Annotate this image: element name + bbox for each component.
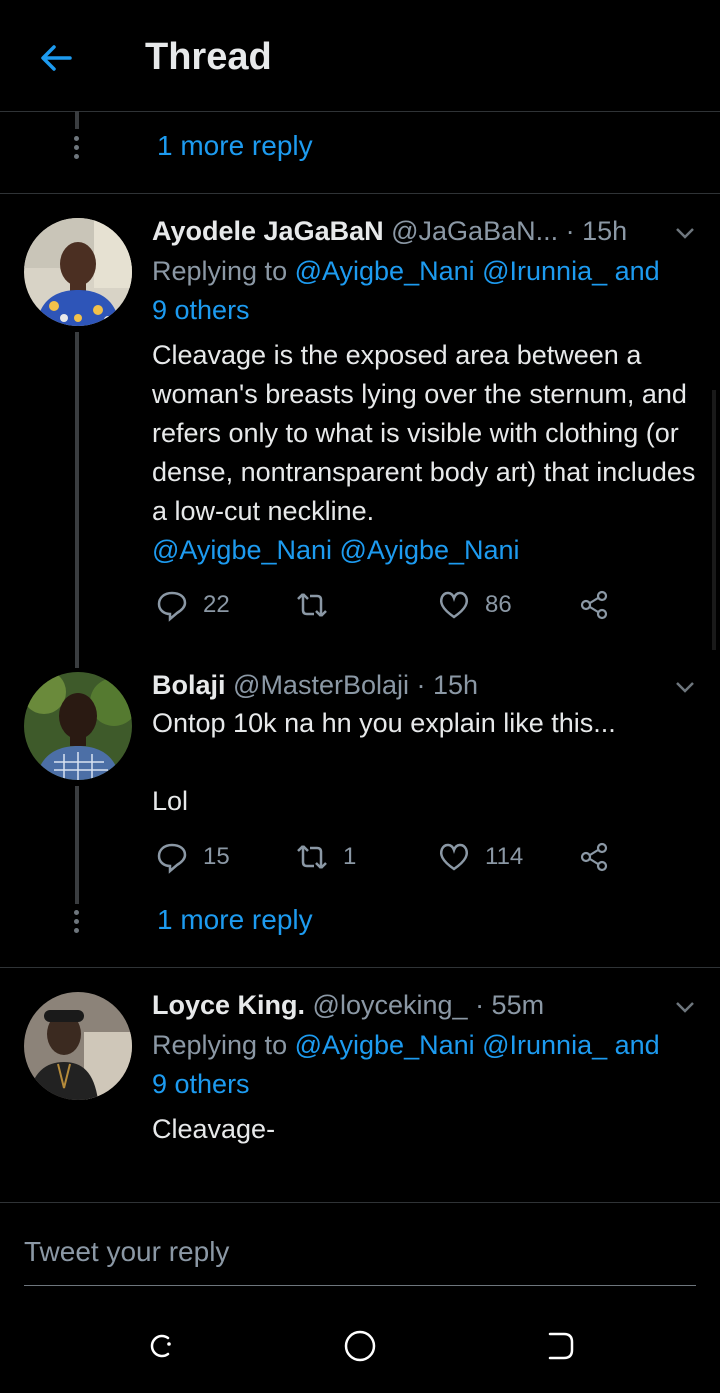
tweet-header: Loyce King. @loyceking_ · 55m bbox=[152, 990, 544, 1021]
user-handle[interactable]: @MasterBolaji bbox=[233, 670, 409, 700]
tweet-header: Ayodele JaGaBaN @JaGaBaN... · 15h bbox=[152, 216, 627, 247]
system-nav-bar bbox=[0, 1300, 720, 1392]
home-icon[interactable] bbox=[338, 1324, 382, 1368]
mention-links[interactable]: @Ayigbe_Nani @Irunnia_ and bbox=[295, 1030, 660, 1060]
timestamp: · 55m bbox=[475, 990, 545, 1020]
chevron-down-icon[interactable] bbox=[672, 220, 698, 246]
reply-button[interactable]: 22 bbox=[155, 588, 230, 622]
like-button[interactable]: 114 bbox=[437, 840, 523, 874]
avatar[interactable] bbox=[24, 218, 132, 326]
timestamp: · 15h bbox=[565, 216, 628, 246]
chevron-down-icon[interactable] bbox=[672, 994, 698, 1020]
page-title: Thread bbox=[145, 36, 272, 78]
mention-links[interactable]: @Ayigbe_Nani @Ayigbe_Nani bbox=[152, 535, 520, 565]
back-icon[interactable] bbox=[538, 1324, 582, 1368]
display-name[interactable]: Ayodele JaGaBaN bbox=[152, 216, 384, 246]
divider bbox=[0, 193, 720, 194]
more-replies-link[interactable]: 1 more reply bbox=[157, 130, 313, 162]
more-replies-link[interactable]: 1 more reply bbox=[157, 904, 313, 936]
retweet-icon bbox=[297, 845, 327, 869]
heart-icon bbox=[439, 843, 469, 871]
mention-links[interactable]: @Ayigbe_Nani @Irunnia_ and bbox=[295, 256, 660, 286]
thread-line bbox=[75, 786, 79, 904]
display-name[interactable]: Bolaji bbox=[152, 670, 226, 700]
tweet-text: Ontop 10k na hn you explain like this...… bbox=[152, 708, 616, 816]
reply-button[interactable]: 15 bbox=[155, 840, 230, 874]
tweet-header: Bolaji @MasterBolaji · 15h bbox=[152, 670, 478, 701]
thread-dots bbox=[74, 136, 80, 163]
thread-line bbox=[75, 332, 79, 668]
share-button[interactable] bbox=[577, 840, 625, 874]
others-link[interactable]: 9 others bbox=[152, 295, 250, 325]
user-handle[interactable]: @loyceking_ bbox=[313, 990, 468, 1020]
back-arrow-icon[interactable] bbox=[36, 38, 76, 78]
tweet-text: Cleavage is the exposed area between a w… bbox=[152, 340, 696, 565]
replying-to: Replying to @Ayigbe_Nani @Irunnia_ and 9… bbox=[152, 1030, 660, 1099]
avatar[interactable] bbox=[24, 992, 132, 1100]
divider bbox=[0, 967, 720, 968]
display-name[interactable]: Loyce King. bbox=[152, 990, 305, 1020]
user-handle[interactable]: @JaGaBaN... bbox=[391, 216, 558, 246]
scroll-indicator bbox=[712, 390, 716, 650]
avatar[interactable] bbox=[24, 672, 132, 780]
tweet-actions: 22 86 bbox=[155, 588, 625, 628]
chevron-down-icon[interactable] bbox=[672, 674, 698, 700]
others-link[interactable]: 9 others bbox=[152, 1069, 250, 1099]
tweet-text: Cleavage- bbox=[152, 1114, 276, 1144]
thread-line bbox=[75, 111, 79, 129]
reply-icon bbox=[157, 591, 187, 622]
timestamp: · 15h bbox=[416, 670, 479, 700]
reply-icon bbox=[157, 843, 187, 874]
tweet-actions: 15 1 114 bbox=[155, 840, 625, 880]
like-button[interactable]: 86 bbox=[437, 588, 512, 622]
heart-icon bbox=[439, 591, 469, 619]
retweet-button[interactable] bbox=[295, 588, 343, 622]
replying-to: Replying to @Ayigbe_Nani @Irunnia_ and 9… bbox=[152, 256, 660, 325]
share-button[interactable] bbox=[577, 588, 625, 622]
thread-dots bbox=[74, 910, 80, 937]
share-icon bbox=[580, 590, 608, 620]
share-icon bbox=[580, 842, 608, 872]
recent-apps-icon[interactable] bbox=[138, 1324, 182, 1368]
top-app-bar: Thread bbox=[0, 0, 720, 112]
reply-input[interactable]: Tweet your reply bbox=[24, 1223, 696, 1286]
retweet-icon bbox=[297, 593, 327, 617]
retweet-button[interactable]: 1 bbox=[295, 840, 356, 874]
